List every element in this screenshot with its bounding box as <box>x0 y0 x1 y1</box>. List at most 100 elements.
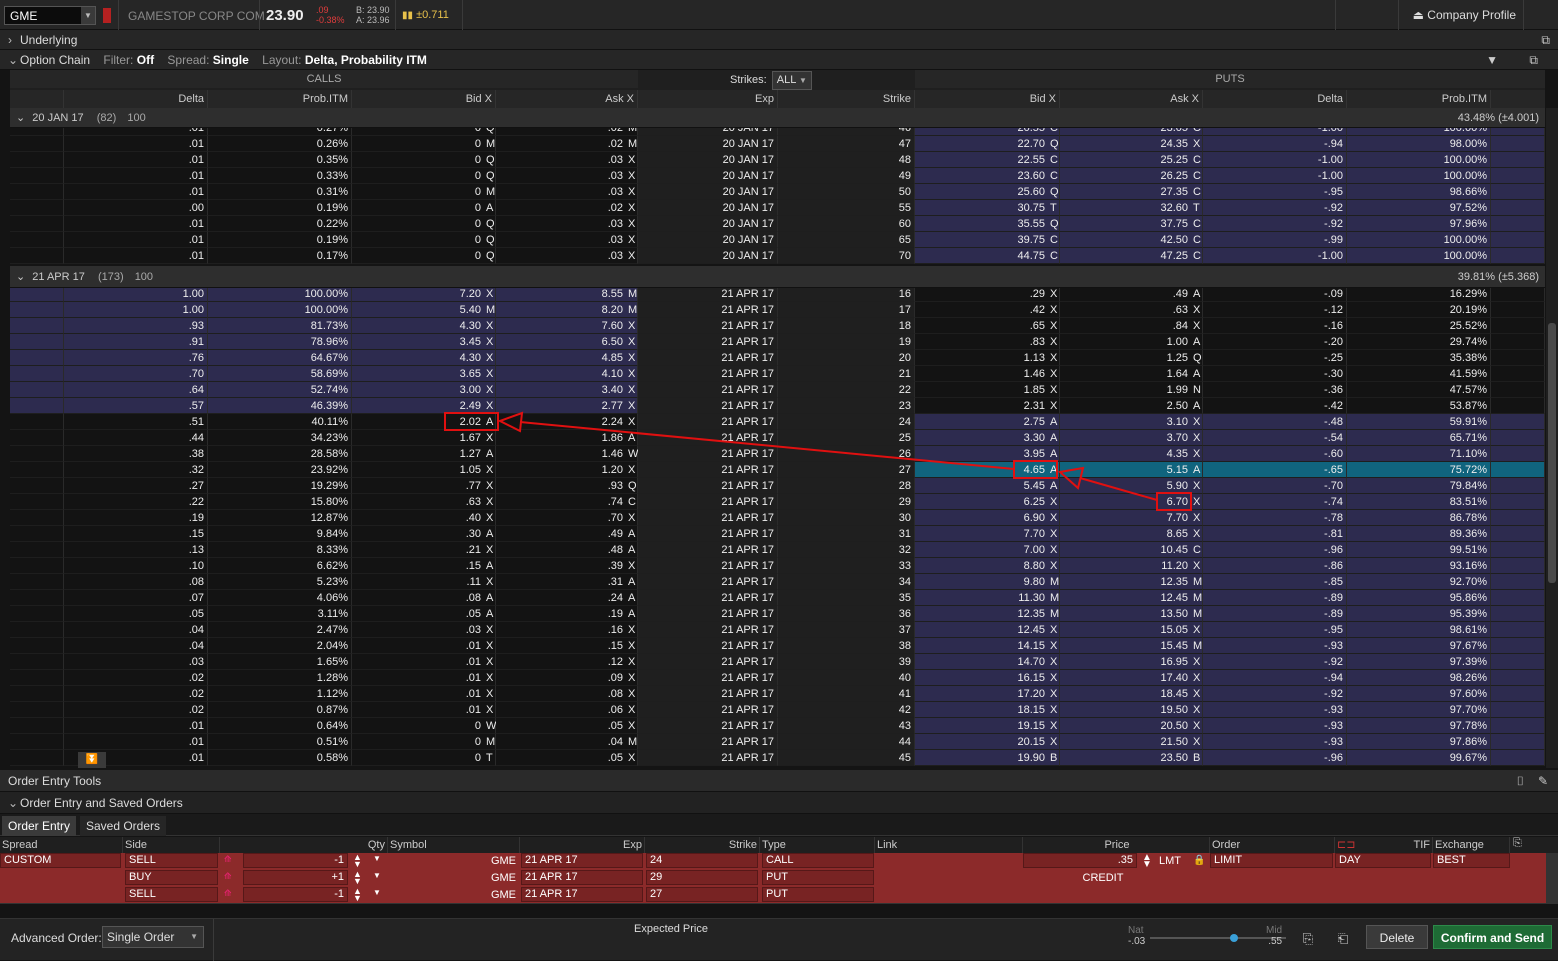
strike-select[interactable]: 29 <box>646 870 758 885</box>
call-ask-cell[interactable]: .06 <box>496 702 638 718</box>
put-ask-cell[interactable]: 37.75 <box>1060 216 1203 232</box>
call-ask-cell[interactable]: .08 <box>496 686 638 702</box>
put-ask-cell[interactable]: 15.05 <box>1060 622 1203 638</box>
call-ask-cell[interactable]: .03 <box>496 184 638 200</box>
option-chain-label[interactable]: Option Chain <box>20 53 90 67</box>
camera-icon[interactable]: ⌷ <box>1517 770 1524 792</box>
call-ask-cell[interactable]: 1.86 <box>496 430 638 446</box>
call-bid-cell[interactable]: 0 <box>352 184 496 200</box>
call-ask-cell[interactable]: .19 <box>496 606 638 622</box>
table-row[interactable]: .13 8.33% .21 X .48 A 21 APR 17 32 7.00 X 10.45 C -.… <box>10 542 1545 558</box>
put-bid-cell[interactable]: 7.70 <box>915 526 1060 542</box>
copy-icon[interactable]: ⎘ <box>1296 927 1320 951</box>
qty-stepper-icon[interactable]: ▲ ▼ <box>353 853 362 869</box>
table-row[interactable]: .02 0.87% .01 X .06 X 21 APR 17 42 18.15 X 19.50 X -… <box>10 702 1545 718</box>
table-row[interactable]: .01 0.31% 0 M .03 X 20 JAN 17 50 25.60 Q 27.35 C -.9… <box>10 184 1545 200</box>
table-row[interactable]: .22 15.80% .63 X .74 C 21 APR 17 29 6.25 X 6.70 X -.… <box>10 494 1545 510</box>
chevron-down-icon[interactable]: ⌄ <box>8 792 20 814</box>
put-ask-cell[interactable]: 20.50 <box>1060 718 1203 734</box>
call-bid-cell[interactable]: 0 <box>352 734 496 750</box>
call-ask-cell[interactable]: .24 <box>496 590 638 606</box>
put-bid-cell[interactable]: 20.15 <box>915 734 1060 750</box>
put-ask-cell[interactable]: 17.40 <box>1060 670 1203 686</box>
put-bid-cell[interactable]: 3.30 <box>915 430 1060 446</box>
put-bid-cell[interactable]: 35.55 <box>915 216 1060 232</box>
spread-select[interactable]: CUSTOM <box>0 853 121 868</box>
put-bid-cell[interactable]: 12.45 <box>915 622 1060 638</box>
table-row[interactable]: .01 0.22% 0 Q .03 X 20 JAN 17 60 35.55 Q 37.75 C -.9… <box>10 216 1545 232</box>
call-ask-header[interactable]: Ask X <box>496 90 638 108</box>
table-row[interactable]: .51 40.11% 2.02 A 2.24 X 21 APR 17 24 2.75 A 3.10 X… <box>10 414 1545 430</box>
table-row[interactable]: .08 5.23% .11 X .31 A 21 APR 17 34 9.80 M 12.35 M -.… <box>10 574 1545 590</box>
call-ask-cell[interactable]: .15 <box>496 638 638 654</box>
put-bid-cell[interactable]: .65 <box>915 318 1060 334</box>
strikes-select[interactable]: ALL ▼ <box>771 71 812 90</box>
call-ask-cell[interactable]: .74 <box>496 494 638 510</box>
strike-header[interactable]: Strike <box>778 90 915 108</box>
call-ask-cell[interactable]: .09 <box>496 670 638 686</box>
table-row[interactable]: .15 9.84% .30 A .49 A 21 APR 17 31 7.70 X 8.65 X -.8… <box>10 526 1545 542</box>
put-ask-cell[interactable]: 12.35 <box>1060 574 1203 590</box>
order-type-select[interactable]: LIMIT <box>1210 853 1333 868</box>
pin-icon[interactable]: ✎ <box>1538 770 1548 792</box>
put-bid-cell[interactable]: 6.25 <box>915 494 1060 510</box>
expiration-group-header[interactable]: ⌄ 21 APR 17 (173) 100 39.81% (±5.368) <box>10 266 1545 288</box>
table-row[interactable]: .04 2.04% .01 X .15 X 21 APR 17 38 14.15 X 15.45 M -… <box>10 638 1545 654</box>
put-bid-cell[interactable]: 30.75 <box>915 200 1060 216</box>
table-row[interactable]: .01 0.35% 0 Q .03 X 20 JAN 17 48 22.55 C 25.25 C -1.… <box>10 152 1545 168</box>
call-ask-cell[interactable]: 7.60 <box>496 318 638 334</box>
table-row[interactable]: .32 23.92% 1.05 X 1.20 X 21 APR 17 27 4.65 A 5.15 A… <box>10 462 1545 478</box>
expiration-group-header[interactable]: ⌄ 20 JAN 17 (82) 100 43.48% (±4.001) <box>10 108 1545 128</box>
confirm-send-button[interactable]: Confirm and Send <box>1433 925 1552 949</box>
exp-header[interactable]: Exp <box>638 90 778 108</box>
qty-input[interactable]: -1 <box>243 887 348 902</box>
call-bid-cell[interactable]: 1.27 <box>352 446 496 462</box>
call-bid-cell[interactable]: .01 <box>352 638 496 654</box>
call-ask-cell[interactable]: .31 <box>496 574 638 590</box>
call-ask-cell[interactable]: .05 <box>496 718 638 734</box>
call-delta-header[interactable]: Delta <box>64 90 208 108</box>
expand-icon[interactable]: ⧉ <box>1541 30 1550 50</box>
call-bid-cell[interactable]: .01 <box>352 702 496 718</box>
qty-input[interactable]: -1 <box>243 853 348 868</box>
put-bid-cell[interactable]: 17.20 <box>915 686 1060 702</box>
chevron-down-icon[interactable]: ▼ <box>373 871 381 880</box>
put-bid-cell[interactable]: 19.90 <box>915 750 1060 766</box>
slider-thumb[interactable] <box>1230 934 1239 942</box>
table-row[interactable]: .76 64.67% 4.30 X 4.85 X 21 APR 17 20 1.13 X 1.25 Q… <box>10 350 1545 366</box>
chevron-down-icon[interactable]: ⌄ <box>16 112 25 124</box>
call-ask-cell[interactable]: 6.50 <box>496 334 638 350</box>
call-ask-cell[interactable]: 2.24 <box>496 414 638 430</box>
put-bid-cell[interactable]: 1.46 <box>915 366 1060 382</box>
call-bid-cell[interactable]: 2.02 <box>352 414 496 430</box>
put-ask-cell[interactable]: 10.45 <box>1060 542 1203 558</box>
exp-select[interactable]: 21 APR 17 <box>521 870 643 885</box>
call-ask-cell[interactable]: .02 <box>496 200 638 216</box>
put-ask-cell[interactable]: 47.25 <box>1060 248 1203 264</box>
edit-columns-icon[interactable]: ⎘ <box>1513 837 1529 853</box>
table-row[interactable]: .01 0.33% 0 Q .03 X 20 JAN 17 49 23.60 C 26.25 C -1.… <box>10 168 1545 184</box>
put-bid-cell[interactable]: 6.90 <box>915 510 1060 526</box>
call-bid-cell[interactable]: .05 <box>352 606 496 622</box>
put-ask-cell[interactable]: 27.35 <box>1060 184 1203 200</box>
put-bid-cell[interactable]: 3.95 <box>915 446 1060 462</box>
table-row[interactable]: .03 1.65% .01 X .12 X 21 APR 17 39 14.70 X 16.95 X -… <box>10 654 1545 670</box>
put-ask-cell[interactable]: 5.15 <box>1060 462 1203 478</box>
put-ask-cell[interactable]: 32.60 <box>1060 200 1203 216</box>
spread-control[interactable]: Spread: Single <box>167 53 248 67</box>
put-bid-cell[interactable]: 9.80 <box>915 574 1060 590</box>
call-ask-cell[interactable]: .70 <box>496 510 638 526</box>
table-row[interactable]: .91 78.96% 3.45 X 6.50 X 21 APR 17 19.83 X 1.00 A -… <box>10 334 1545 350</box>
tif-select[interactable]: DAY <box>1335 853 1431 868</box>
call-bid-cell[interactable]: 0 <box>352 718 496 734</box>
call-bid-cell[interactable]: .01 <box>352 670 496 686</box>
call-ask-cell[interactable]: .48 <box>496 542 638 558</box>
put-ask-cell[interactable]: 24.35 <box>1060 136 1203 152</box>
call-bid-cell[interactable]: 0 <box>352 200 496 216</box>
strike-select[interactable]: 27 <box>646 887 758 902</box>
put-bid-cell[interactable]: 14.70 <box>915 654 1060 670</box>
side-select[interactable]: SELL <box>125 853 218 868</box>
table-row[interactable]: .19 12.87% .40 X .70 X 21 APR 17 30 6.90 X 7.70 X -.… <box>10 510 1545 526</box>
call-bid-cell[interactable]: .01 <box>352 654 496 670</box>
put-delta-header[interactable]: Delta <box>1203 90 1347 108</box>
